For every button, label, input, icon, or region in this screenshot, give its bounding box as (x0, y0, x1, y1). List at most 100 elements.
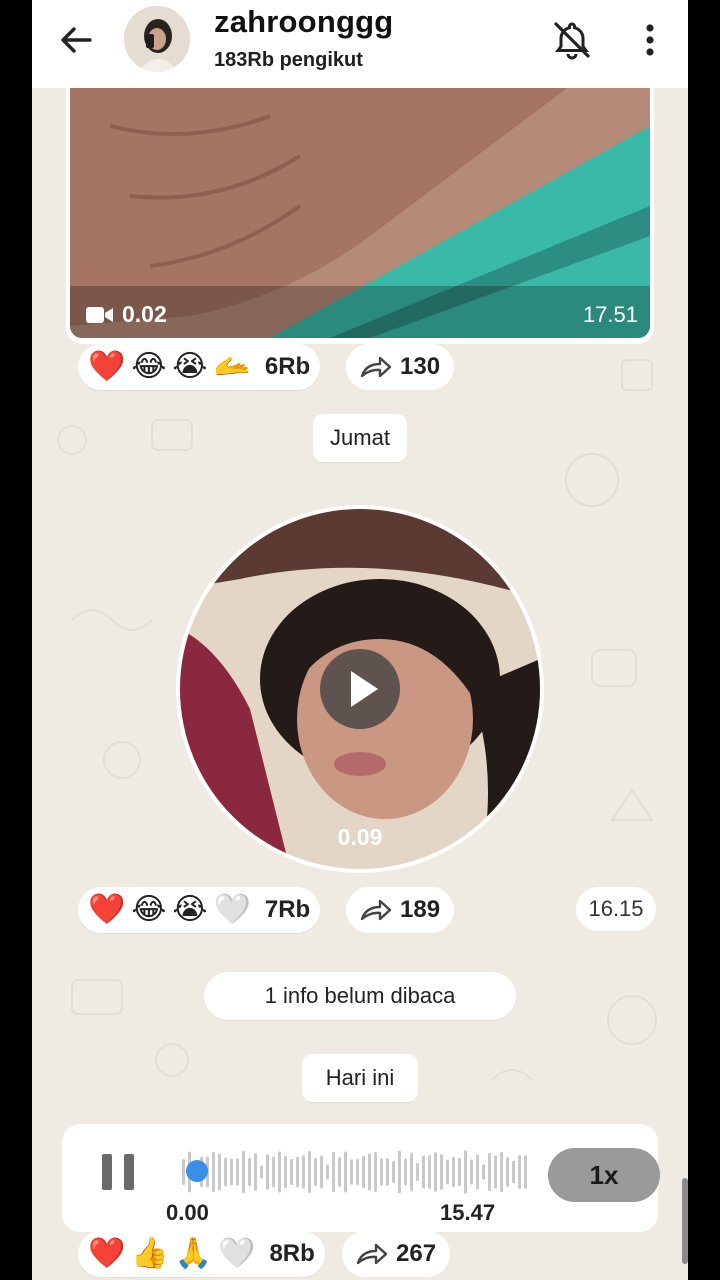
waveform-bar (356, 1158, 359, 1186)
heart-emoji: ❤️ (88, 1237, 126, 1270)
playback-speed-button[interactable]: 1x (548, 1148, 660, 1202)
waveform-bar (236, 1158, 239, 1186)
waveform-bar (266, 1154, 269, 1190)
pause-icon[interactable] (100, 1152, 136, 1192)
waveform-bar (488, 1152, 491, 1192)
audio-timestamp: 15.47 (440, 1200, 496, 1225)
waveform-bar (512, 1160, 515, 1184)
waveform-bar (398, 1150, 401, 1194)
waveform-bar (440, 1153, 443, 1191)
forward-arrow-icon (356, 1243, 388, 1265)
waveform-bar (416, 1162, 419, 1182)
waveform-bar (248, 1158, 251, 1186)
bell-off-icon[interactable] (550, 18, 594, 62)
reactions-bar[interactable]: ❤️ 👍 🙏 🤍 8Rb (78, 1231, 325, 1277)
more-vertical-icon[interactable] (636, 18, 664, 62)
forward-arrow-icon (360, 899, 392, 921)
forward-arrow-icon (360, 356, 392, 378)
waveform-bar (314, 1157, 317, 1187)
waveform-bar (500, 1151, 503, 1193)
voice-message[interactable]: 1x 0.00 15.47 (62, 1124, 660, 1232)
round-video-thumbnail[interactable]: 0.09 (180, 509, 540, 869)
waveform-bar (362, 1155, 365, 1189)
avatar[interactable] (124, 6, 190, 72)
date-separator-today: Hari ini (302, 1054, 418, 1102)
date-separator-jumat: Jumat (313, 414, 407, 462)
thumbs-up-emoji: 👍 (131, 1237, 169, 1270)
hand-emoji: 🫴 (213, 350, 251, 383)
waveform-bar (434, 1152, 437, 1192)
reaction-count: 8Rb (269, 1240, 315, 1267)
waveform-bar (458, 1157, 461, 1187)
waveform-bar (212, 1151, 215, 1193)
reactions-bar[interactable]: ❤️ 😂 😭 🫴 6Rb (78, 344, 321, 390)
waveform-bar (506, 1156, 509, 1188)
round-video-duration: 0.09 (337, 824, 383, 850)
video-duration: 0.02 (86, 301, 167, 328)
waveform-bar (230, 1158, 233, 1186)
forward-count-badge[interactable]: 267 (342, 1231, 451, 1277)
waveform-bar (368, 1153, 371, 1191)
white-heart-emoji: 🤍 (218, 1237, 256, 1270)
waveform-bar (242, 1150, 245, 1194)
waveform-bar (344, 1151, 347, 1193)
crying-emoji: 😭 (172, 893, 208, 926)
waveform-bar (410, 1152, 413, 1192)
waveform-bar (272, 1156, 275, 1188)
audio-waveform[interactable] (182, 1144, 532, 1200)
waveform-bar (296, 1156, 299, 1188)
reaction-count: 6Rb (264, 353, 311, 380)
heart-emoji: ❤️ (88, 350, 126, 383)
forward-count: 130 (400, 353, 441, 380)
waveform-bar (422, 1155, 425, 1189)
play-icon[interactable] (320, 649, 400, 729)
video-thumbnail[interactable]: 0.02 17.51 (70, 86, 650, 338)
waveform-bar (470, 1159, 473, 1185)
waveform-bar (380, 1158, 383, 1186)
waveform-bar (404, 1158, 407, 1186)
waveform-bar (374, 1151, 377, 1193)
waveform-bar (284, 1156, 287, 1188)
video-message[interactable]: 0.02 17.51 (66, 86, 654, 344)
channel-name[interactable]: zahroonggg (214, 4, 393, 40)
reaction-count: 7Rb (264, 896, 311, 923)
waveform-bar (308, 1150, 311, 1194)
video-timestamp: 17.51 (582, 302, 638, 327)
waveform-bar (518, 1155, 521, 1189)
waveform-bar (278, 1151, 281, 1193)
reactions-bar[interactable]: ❤️ 😂 😭 🤍 7Rb (78, 887, 321, 933)
waveform-bar (476, 1154, 479, 1190)
waveform-bar (464, 1150, 467, 1194)
chat-header: zahroonggg 183Rb pengikut (32, 0, 688, 88)
forward-count-badge[interactable]: 189 (346, 887, 455, 933)
audio-elapsed: 0.00 (166, 1200, 209, 1225)
back-arrow-icon[interactable] (56, 20, 96, 60)
heart-emoji: ❤️ (88, 893, 126, 926)
waveform-bar (224, 1157, 227, 1187)
playback-position-handle[interactable] (186, 1160, 208, 1182)
praying-emoji: 🙏 (174, 1237, 213, 1270)
waveform-bar (290, 1158, 293, 1186)
waveform-bar (302, 1155, 305, 1189)
forward-count: 189 (400, 896, 441, 923)
waveform-bar (446, 1159, 449, 1185)
waveform-bar (182, 1159, 185, 1185)
waveform-bar (338, 1157, 341, 1187)
laughing-emoji: 😂 (131, 350, 167, 383)
forward-count-badge[interactable]: 130 (346, 344, 455, 390)
follower-count: 183Rb pengikut (214, 49, 363, 71)
waveform-bar (482, 1164, 485, 1180)
waveform-bar (260, 1165, 263, 1179)
waveform-bar (218, 1153, 221, 1191)
waveform-bar (452, 1156, 455, 1188)
scrollbar[interactable] (682, 1178, 688, 1264)
round-video-message[interactable]: 0.09 (176, 505, 544, 873)
waveform-bar (350, 1159, 353, 1185)
waveform-bar (254, 1153, 257, 1191)
round-video-timestamp: 16.15 (576, 887, 656, 931)
waveform-bar (524, 1155, 527, 1189)
unread-messages-banner: 1 info belum dibaca (204, 972, 516, 1020)
waveform-bar (386, 1158, 389, 1186)
waveform-bar (332, 1151, 335, 1193)
laughing-emoji: 😂 (131, 893, 167, 926)
